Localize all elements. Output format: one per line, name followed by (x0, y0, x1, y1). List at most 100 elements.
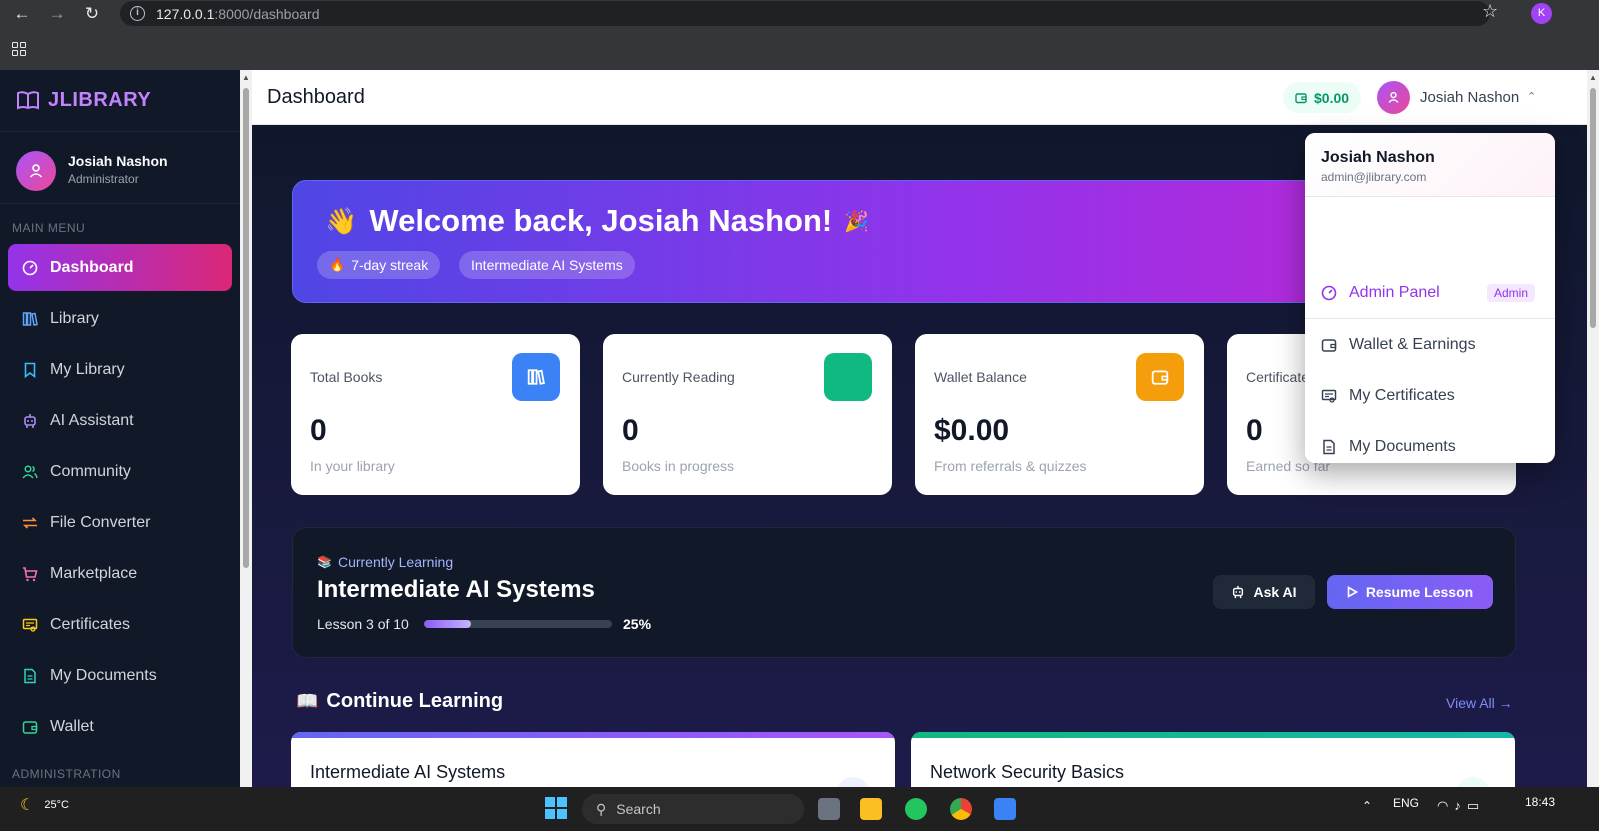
play-icon (1347, 586, 1358, 598)
dashboard-icon (1321, 285, 1337, 301)
book-logo-icon (17, 91, 39, 110)
wallet-icon (22, 719, 38, 735)
sidebar-item-label: Wallet (50, 717, 94, 735)
bookmark-star-icon[interactable]: ☆ (1482, 1, 1498, 22)
welcome-title-row: 👋 Welcome back, Josiah Nashon! 🎉 (325, 203, 869, 239)
windows-start-icon[interactable] (545, 797, 567, 819)
my-documents-label: My Documents (1349, 438, 1456, 455)
sidebar-item-certificates[interactable]: Certificates (8, 601, 232, 648)
stat-card-wallet-balance[interactable]: Wallet Balance $0.00 From referrals & qu… (915, 334, 1204, 495)
dropdown-user-email: admin@jlibrary.com (1321, 170, 1427, 184)
welcome-title: Welcome back, Josiah Nashon! (369, 203, 833, 238)
sidebar-scrollbar-thumb[interactable] (243, 88, 249, 568)
chrome-icon[interactable] (950, 798, 972, 820)
url-text: 127.0.0.1:8000/dashboard (156, 6, 320, 22)
weather-widget[interactable]: ☾ 25°C (20, 795, 69, 815)
whatsapp-icon[interactable] (905, 798, 927, 820)
resume-lesson-label: Resume Lesson (1365, 584, 1474, 600)
language-indicator[interactable]: ENG (1393, 796, 1419, 810)
brand[interactable]: JLIBRARY (17, 88, 151, 112)
view-all-link[interactable]: View All → (1446, 695, 1513, 711)
wallet-icon (1136, 353, 1184, 401)
sidebar-item-my-library[interactable]: My Library (8, 346, 232, 393)
bookmark-icon (22, 362, 38, 378)
sidebar-item-marketplace[interactable]: Marketplace (8, 550, 232, 597)
sidebar-item-label: AI Assistant (50, 411, 134, 429)
menu-item-my-documents[interactable]: My Documents (1305, 422, 1555, 463)
topbar-user-avatar[interactable] (1377, 81, 1410, 114)
document-icon (1323, 439, 1335, 455)
sidebar-item-library[interactable]: Library (8, 295, 232, 342)
file-explorer-icon[interactable] (818, 798, 840, 820)
apps-grid-icon[interactable] (12, 42, 26, 56)
sidebar-item-dashboard[interactable]: Dashboard (8, 244, 232, 291)
forward-icon[interactable]: → (46, 3, 68, 25)
user-icon (29, 164, 43, 178)
folder-icon[interactable] (860, 798, 882, 820)
continue-learning-title: Continue Learning (326, 690, 504, 712)
search-icon: ⚲ (596, 800, 607, 817)
dropdown-header: Josiah Nashon admin@jlibrary.com (1305, 133, 1555, 196)
system-tray-icons[interactable]: ◠♪▭ (1437, 798, 1485, 814)
course-badge: Intermediate AI Systems (459, 251, 635, 279)
sidebar-item-label: Dashboard (50, 258, 134, 276)
progress-bar (424, 620, 612, 628)
divider (0, 203, 240, 204)
reload-icon[interactable]: ↻ (81, 3, 103, 25)
stat-card-currently-reading[interactable]: Currently Reading 0 Books in progress (603, 334, 892, 495)
books-stack-icon: 📚 (317, 555, 332, 569)
sidebar-item-ai-assistant[interactable]: AI Assistant (8, 397, 232, 444)
sidebar-item-my-documents[interactable]: My Documents (8, 652, 232, 699)
wallet-balance-pill[interactable]: $0.00 (1283, 82, 1362, 113)
robot-icon (22, 413, 38, 429)
sidebar: JLIBRARY Josiah Nashon Administrator MAI… (0, 70, 240, 803)
course-title: Network Security Basics (930, 762, 1125, 782)
sidebar-item-community[interactable]: Community (8, 448, 232, 495)
menu-item-admin-panel[interactable]: Admin Panel Admin (1305, 268, 1555, 318)
ask-ai-label: Ask AI (1253, 584, 1297, 600)
sidebar-item-wallet[interactable]: Wallet (8, 703, 232, 750)
clock[interactable]: 18:43 (1525, 795, 1555, 809)
sidebar-user-name: Josiah Nashon (68, 153, 168, 169)
administration-heading: ADMINISTRATION (12, 767, 121, 781)
divider (1305, 318, 1555, 319)
menu-item-wallet-earnings[interactable]: Wallet & Earnings (1305, 320, 1555, 370)
wallet-balance-text: $0.00 (1314, 89, 1350, 106)
topbar-user-name[interactable]: Josiah Nashon (1420, 89, 1519, 106)
main-menu-heading: MAIN MENU (12, 221, 86, 235)
stat-card-total-books[interactable]: Total Books 0 In your library (291, 334, 580, 495)
ask-ai-button[interactable]: Ask AI (1213, 575, 1315, 609)
streak-badge: 🔥 7-day streak (317, 251, 441, 279)
address-bar[interactable]: i 127.0.0.1:8000/dashboard (120, 1, 1490, 26)
stat-subtext: Books in progress (622, 458, 735, 474)
fire-icon: 🔥 (329, 257, 346, 272)
stat-label: Currently Reading (622, 369, 735, 385)
temperature: 25°C (44, 799, 69, 811)
stat-label: Wallet Balance (934, 369, 1027, 385)
party-popper-icon: 🎉 (844, 210, 870, 233)
site-info-icon[interactable]: i (130, 6, 145, 21)
stat-value: 0 (1246, 414, 1263, 447)
menu-item-my-certificates[interactable]: My Certificates (1305, 371, 1555, 421)
taskbar-search[interactable]: ⚲ Search (582, 794, 804, 824)
users-icon (22, 464, 38, 480)
back-icon[interactable]: ← (11, 3, 33, 25)
scroll-up-icon[interactable]: ▲ (241, 73, 251, 83)
course-card-accent (291, 732, 895, 738)
resume-lesson-button[interactable]: Resume Lesson (1327, 575, 1493, 609)
sidebar-item-label: Library (50, 309, 99, 327)
main-scrollbar[interactable]: ▲ ▼ (1587, 70, 1599, 803)
brand-name: JLIBRARY (48, 88, 152, 111)
browser-profile-avatar[interactable]: K (1531, 3, 1552, 24)
exchange-icon (22, 515, 38, 531)
sidebar-scrollbar[interactable]: ▲ ▼ (240, 70, 252, 803)
scroll-up-icon[interactable]: ▲ (1588, 73, 1598, 83)
certificate-icon (1321, 389, 1337, 403)
certificate-icon (22, 617, 38, 633)
main-scrollbar-thumb[interactable] (1590, 88, 1596, 328)
chevron-up-icon[interactable]: ⌃ (1362, 799, 1372, 813)
sidebar-item-file-converter[interactable]: File Converter (8, 499, 232, 546)
vscode-icon[interactable] (994, 798, 1016, 820)
robot-icon (1233, 585, 1244, 599)
chevron-up-icon[interactable]: ⌃ (1527, 90, 1536, 103)
